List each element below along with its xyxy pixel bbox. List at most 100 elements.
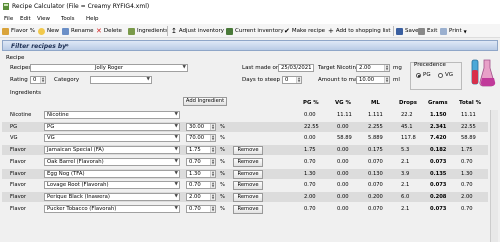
ingredient-type: Nicotine xyxy=(10,112,32,118)
spin-arrows-icon[interactable]: ▲ ▼ xyxy=(384,65,389,71)
chevron-down-icon: ▼ xyxy=(174,182,178,188)
app-icon xyxy=(3,3,9,10)
ingredient-pct-value: 0.70 xyxy=(189,158,201,165)
vg-pct-value: 0.00 xyxy=(337,123,349,130)
exit-button[interactable]: Exit xyxy=(418,26,437,36)
last-made-field[interactable]: 25/03/2021 xyxy=(278,64,314,72)
pct-sign: % xyxy=(220,170,225,177)
ingredient-dropdown[interactable]: Pucker Tobacco (Flavorah) ▼ xyxy=(44,204,180,213)
adjust-inventory-button[interactable]: ↥ Adjust inventory xyxy=(171,26,224,36)
print-icon xyxy=(440,27,447,35)
ingredient-pct-stepper[interactable]: 0.70 ▲ ▼ xyxy=(186,181,216,190)
recipe-name-value: Jolly Roger xyxy=(94,65,124,71)
amount-to-make-unit: ml xyxy=(393,77,400,83)
ingredient-dropdown[interactable]: PG ▼ xyxy=(44,122,180,131)
current-inventory-button[interactable]: Current inventory xyxy=(226,26,284,36)
chevron-double-down-icon[interactable]: » xyxy=(65,42,69,49)
target-nicotine-stepper[interactable]: 2.00 ▲ ▼ xyxy=(356,64,390,72)
ingredient-pct-stepper[interactable]: 2.00 ▲ ▼ xyxy=(186,192,216,201)
recipes-dropdown[interactable]: Jolly Roger ▼ xyxy=(30,64,188,72)
ingredient-pct-stepper[interactable]: 0.70 ▲ ▼ xyxy=(186,204,216,213)
remove-button[interactable]: Remove xyxy=(233,181,263,191)
delete-label: Delete xyxy=(103,28,122,34)
vertical-scrollbar[interactable] xyxy=(490,110,498,242)
ingredient-pct-stepper[interactable]: 1.75 ▲ ▼ xyxy=(186,146,216,155)
menu-view[interactable]: View xyxy=(37,16,50,22)
ingredient-type: Flavor xyxy=(10,170,26,177)
ingredients-button[interactable]: Ingredients xyxy=(128,26,168,36)
ingredient-dropdown[interactable]: VG ▼ xyxy=(44,134,180,143)
ingredient-pct-stepper[interactable]: 70.00 ▲ ▼ xyxy=(186,134,216,143)
total-pct-value: 0.70 xyxy=(461,205,473,212)
chevron-down-icon: ▼ xyxy=(174,147,178,153)
ingredient-type: VG xyxy=(10,135,18,142)
menu-file[interactable]: File xyxy=(4,16,13,22)
pg-radio-label: PG xyxy=(423,72,431,78)
add-shopping-button[interactable]: + Add to shopping list xyxy=(328,26,391,36)
drops-value: 117.8 xyxy=(401,135,416,142)
spin-arrows-icon[interactable]: ▲ ▼ xyxy=(210,123,215,130)
delete-button[interactable]: ✕ Delete xyxy=(96,26,122,36)
total-pct-value: 1.30 xyxy=(461,170,473,177)
drops-value: 2.1 xyxy=(401,158,410,165)
remove-button[interactable]: Remove xyxy=(233,157,263,167)
pg-radio[interactable] xyxy=(416,73,421,78)
spin-arrows-icon[interactable]: ▲ ▼ xyxy=(296,77,301,83)
vg-radio[interactable] xyxy=(438,73,443,78)
table-row: Flavor Pucker Tobacco (Flavorah) ▼ 0.70 ▲ ▼% R… xyxy=(2,204,488,214)
ingredient-pct-stepper[interactable]: 30.00 ▲ ▼ xyxy=(186,122,216,131)
days-to-steep-stepper[interactable]: 0 ▲ ▼ xyxy=(282,76,302,84)
header-drops: Drops xyxy=(399,100,417,106)
make-recipe-button[interactable]: ✔ Make recipe xyxy=(284,26,325,36)
spin-arrows-icon[interactable]: ▲ ▼ xyxy=(40,77,45,83)
pg-pct-value: 1.75 xyxy=(304,147,316,154)
amount-to-make-stepper[interactable]: 10.00 ▲ ▼ xyxy=(356,76,390,84)
adjust-inventory-label: Adjust inventory xyxy=(178,28,224,34)
menu-tools[interactable]: Tools xyxy=(61,16,75,22)
menu-help[interactable]: Help xyxy=(86,16,99,22)
rename-button[interactable]: Rename xyxy=(62,26,94,36)
filter-recipes-bar[interactable]: Filter recipes by » xyxy=(2,40,498,51)
drops-value: 2.1 xyxy=(401,205,410,212)
remove-button[interactable]: Remove xyxy=(233,192,263,202)
vg-pct-value: 0.00 xyxy=(337,147,349,154)
ingredient-dropdown[interactable]: Nicotine ▼ xyxy=(44,111,180,119)
ingredient-pct-value: 2.00 xyxy=(189,193,201,200)
pg-pct-value: 0.00 xyxy=(304,135,316,142)
ingredient-name: Jamaican Special (FA) xyxy=(47,147,104,154)
chevron-down-icon: ▼ xyxy=(174,135,178,141)
spin-arrows-icon[interactable]: ▲ ▼ xyxy=(210,158,215,165)
ingredient-dropdown[interactable]: Lovage Root (Flavorah) ▼ xyxy=(44,181,180,190)
ingredient-pct-stepper[interactable]: 0.70 ▲ ▼ xyxy=(186,157,216,166)
spin-arrows-icon[interactable]: ▲ ▼ xyxy=(210,205,215,212)
spin-arrows-icon[interactable]: ▲ ▼ xyxy=(210,193,215,200)
ingredient-dropdown[interactable]: Egg Nog (TFA) ▼ xyxy=(44,169,180,178)
remove-button[interactable]: Remove xyxy=(233,169,263,179)
spin-arrows-icon[interactable]: ▲ ▼ xyxy=(210,170,215,177)
menu-bar: File Edit View Tools Help xyxy=(0,14,500,24)
save-button[interactable]: Save xyxy=(396,26,419,36)
grams-value: 1.150 xyxy=(430,112,447,118)
days-to-steep-value: 0 xyxy=(285,77,289,83)
ml-value: 2.255 xyxy=(368,123,383,130)
print-button[interactable]: Print ▼ xyxy=(440,26,467,36)
spin-arrows-icon[interactable]: ▲ ▼ xyxy=(210,147,215,154)
category-dropdown[interactable]: ▼ xyxy=(90,76,152,84)
ingredient-dropdown[interactable]: Oak Barrel (Flavorah) ▼ xyxy=(44,157,180,166)
chevron-down-icon: ▼ xyxy=(463,28,467,34)
arrow-up-icon: ↥ xyxy=(171,27,177,35)
spin-arrows-icon[interactable]: ▲ ▼ xyxy=(384,77,389,83)
spin-arrows-icon[interactable]: ▲ ▼ xyxy=(210,182,215,189)
rating-stepper[interactable]: 0 ▲ ▼ xyxy=(30,76,46,84)
pg-pct-value: 0.70 xyxy=(304,182,316,189)
spin-arrows-icon[interactable]: ▲ ▼ xyxy=(210,135,215,142)
days-to-steep-label: Days to steep xyxy=(242,77,281,83)
ingredient-pct-stepper[interactable]: 1.30 ▲ ▼ xyxy=(186,169,216,178)
new-button[interactable]: New xyxy=(38,26,59,36)
ingredient-dropdown[interactable]: Perique Black (Inawera) ▼ xyxy=(44,192,180,201)
menu-edit[interactable]: Edit xyxy=(20,16,31,22)
remove-button[interactable]: Remove xyxy=(233,146,263,156)
ingredient-dropdown[interactable]: Jamaican Special (FA) ▼ xyxy=(44,146,180,155)
remove-button[interactable]: Remove xyxy=(233,204,263,214)
flavor-pct-button[interactable]: Flavor % xyxy=(2,26,35,36)
